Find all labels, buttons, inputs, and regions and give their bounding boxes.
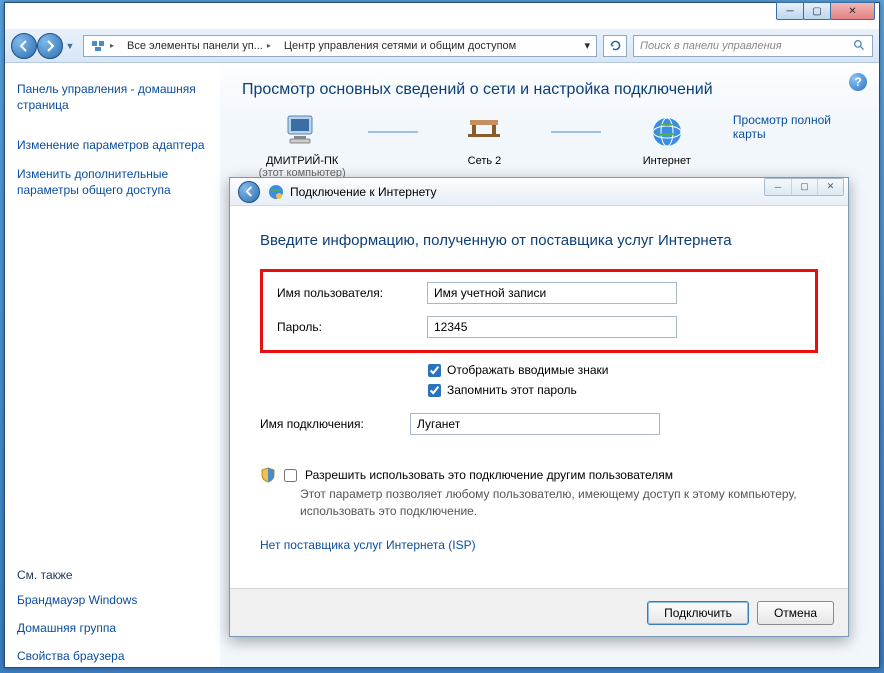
search-placeholder: Поиск в панели управления — [640, 40, 782, 52]
password-label: Пароль: — [277, 320, 427, 334]
network-panel-icon — [90, 38, 106, 54]
sidebar-firewall-link[interactable]: Брандмауэр Windows — [17, 592, 208, 608]
sidebar-adapter-link[interactable]: Изменение параметров адаптера — [17, 137, 208, 153]
connection-name-label: Имя подключения: — [260, 417, 410, 431]
remember-password-label: Запомнить этот пароль — [447, 383, 577, 397]
breadcrumb-level-1[interactable]: Все элементы панели уп... — [127, 40, 263, 52]
page-title: Просмотр основных сведений о сети и наст… — [242, 81, 857, 99]
computer-icon — [242, 113, 362, 151]
close-button[interactable]: ✕ — [830, 2, 875, 20]
dialog-maximize-button[interactable]: ▢ — [791, 179, 817, 195]
address-dropdown[interactable]: ▾ — [578, 39, 596, 52]
username-label: Имя пользователя: — [277, 286, 427, 300]
back-button[interactable] — [11, 33, 37, 59]
remember-password-checkbox[interactable] — [428, 384, 441, 397]
forward-button[interactable] — [37, 33, 63, 59]
show-chars-label: Отображать вводимые знаки — [447, 363, 608, 377]
history-dropdown[interactable]: ▼ — [63, 33, 77, 59]
internet-label: Интернет — [607, 155, 727, 167]
username-input[interactable] — [427, 282, 677, 304]
allow-others-description: Этот параметр позволяет любому пользоват… — [300, 486, 818, 520]
address-bar[interactable]: ▸ Все элементы панели уп...▸ Центр управ… — [83, 35, 597, 57]
maximize-button[interactable]: ▢ — [803, 2, 831, 20]
refresh-button[interactable] — [603, 35, 627, 57]
dialog-heading: Введите информацию, полученную от постав… — [260, 232, 818, 249]
navigation-bar: ▼ ▸ Все элементы панели уп...▸ Центр упр… — [5, 29, 879, 63]
sidebar: Панель управления - домашняя страница Из… — [5, 63, 220, 667]
dialog-minimize-button[interactable]: ─ — [765, 179, 791, 195]
dialog-footer: Подключить Отмена — [230, 588, 848, 636]
shield-icon — [260, 467, 276, 483]
computer-name: ДМИТРИЙ-ПК — [242, 155, 362, 167]
connect-button[interactable]: Подключить — [647, 601, 749, 625]
password-input[interactable] — [427, 316, 677, 338]
dialog-close-button[interactable]: ✕ — [817, 179, 843, 195]
window-titlebar[interactable]: ─ ▢ ✕ — [5, 3, 879, 29]
allow-others-label: Разрешить использовать это подключение д… — [305, 468, 673, 482]
highlighted-credentials-box: Имя пользователя: Пароль: — [260, 269, 818, 353]
sidebar-sharing-link[interactable]: Изменить дополнительные параметры общего… — [17, 166, 208, 198]
network-name: Сеть 2 — [424, 155, 544, 167]
minimize-button[interactable]: ─ — [776, 2, 804, 20]
allow-others-checkbox[interactable] — [284, 469, 297, 482]
no-isp-link[interactable]: Нет поставщика услуг Интернета (ISP) — [260, 538, 476, 552]
internet-icon — [607, 113, 727, 151]
dialog-titlebar[interactable]: Подключение к Интернету ─ ▢ ✕ — [230, 178, 848, 206]
help-icon[interactable]: ? — [849, 73, 867, 91]
connect-internet-dialog: Подключение к Интернету ─ ▢ ✕ Введите ин… — [229, 177, 849, 637]
view-map-link[interactable]: Просмотр полной карты — [733, 113, 857, 141]
sidebar-homegroup-link[interactable]: Домашняя группа — [17, 620, 208, 636]
cancel-button[interactable]: Отмена — [757, 601, 834, 625]
search-icon — [853, 39, 866, 52]
search-input[interactable]: Поиск в панели управления — [633, 35, 873, 57]
globe-icon — [268, 184, 284, 200]
connection-name-input[interactable] — [410, 413, 660, 435]
dialog-title: Подключение к Интернету — [290, 185, 437, 199]
dialog-back-button[interactable] — [238, 181, 260, 203]
sidebar-see-also-header: См. также — [17, 568, 208, 582]
breadcrumb-level-2[interactable]: Центр управления сетями и общим доступом — [284, 40, 516, 52]
show-chars-checkbox[interactable] — [428, 364, 441, 377]
sidebar-browser-link[interactable]: Свойства браузера — [17, 648, 208, 664]
network-icon — [424, 113, 544, 151]
sidebar-home-link[interactable]: Панель управления - домашняя страница — [17, 81, 208, 113]
